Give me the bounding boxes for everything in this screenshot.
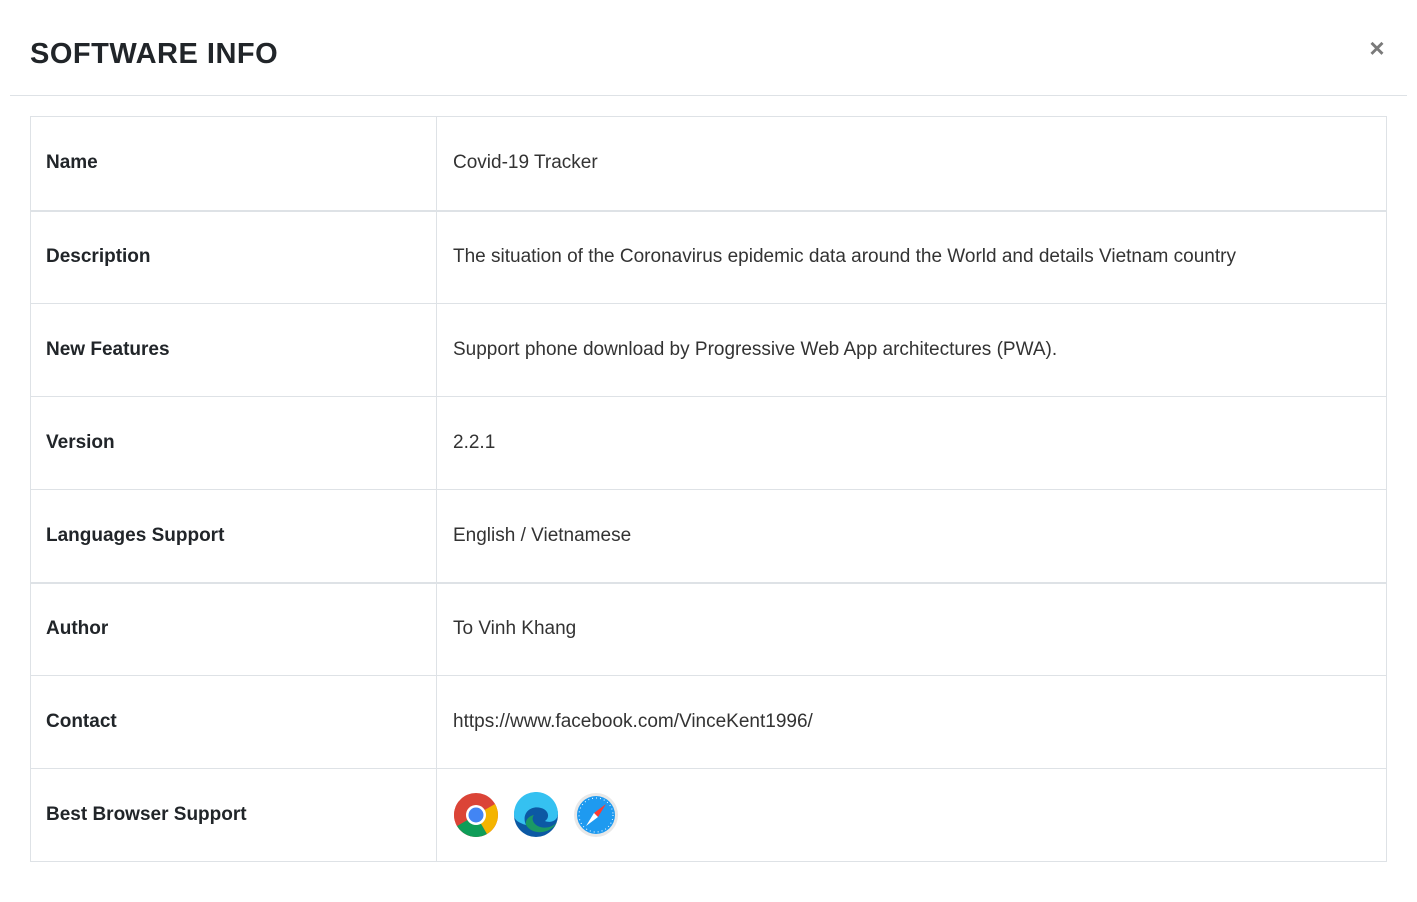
row-value: English / Vietnamese <box>436 489 1387 583</box>
row-label: Languages Support <box>30 489 437 583</box>
table-row: Version 2.2.1 <box>30 396 1387 490</box>
table-row: Languages Support English / Vietnamese <box>30 489 1387 583</box>
modal-header: SOFTWARE INFO × <box>10 0 1407 96</box>
row-label: Name <box>30 116 437 211</box>
chrome-icon <box>454 793 498 837</box>
modal-title: SOFTWARE INFO <box>30 38 279 70</box>
row-label: New Features <box>30 303 437 397</box>
row-value: To Vinh Khang <box>436 581 1387 676</box>
edge-icon <box>513 792 558 837</box>
safari-icon <box>574 793 618 837</box>
table-row: Author To Vinh Khang <box>30 581 1387 676</box>
software-info-table: Name Covid-19 Tracker Description The si… <box>30 116 1387 862</box>
browser-icons <box>453 792 1386 838</box>
table-row: Name Covid-19 Tracker <box>30 116 1387 211</box>
row-value: Covid-19 Tracker <box>436 116 1387 211</box>
close-button[interactable]: × <box>1365 33 1389 63</box>
software-info-modal: SOFTWARE INFO × Name Covid-19 Tracker De… <box>0 0 1417 902</box>
row-value: https://www.facebook.com/VinceKent1996/ <box>436 675 1387 769</box>
table-row: New Features Support phone download by P… <box>30 303 1387 397</box>
table-row: Description The situation of the Coronav… <box>30 209 1387 304</box>
table-row: Contact https://www.facebook.com/VinceKe… <box>30 675 1387 769</box>
row-label: Contact <box>30 675 437 769</box>
row-value: Support phone download by Progressive We… <box>436 303 1387 397</box>
row-label: Best Browser Support <box>30 768 437 862</box>
row-label: Version <box>30 396 437 490</box>
row-value <box>436 768 1387 862</box>
row-value: The situation of the Coronavirus epidemi… <box>436 209 1387 304</box>
row-label: Description <box>30 209 437 304</box>
table-row: Best Browser Support <box>30 768 1387 862</box>
row-label: Author <box>30 581 437 676</box>
row-value: 2.2.1 <box>436 396 1387 490</box>
